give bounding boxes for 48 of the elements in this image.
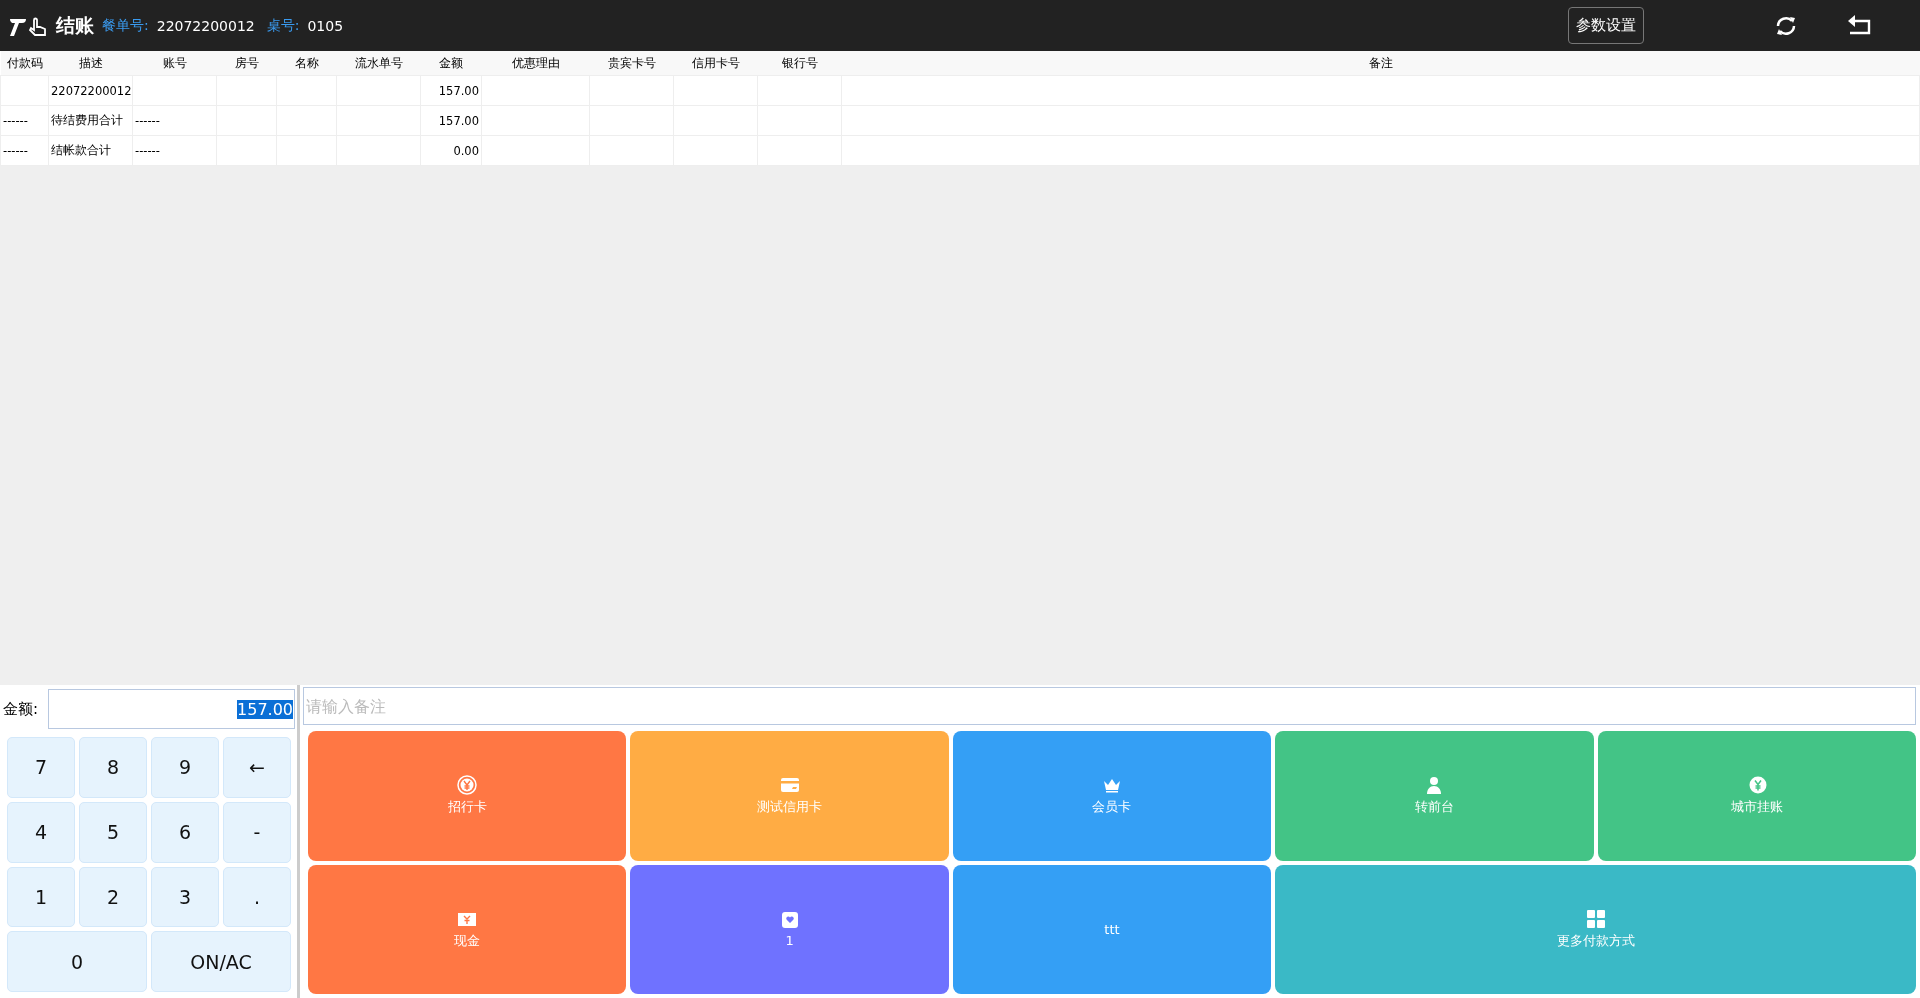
table-label: 桌号: (266, 16, 300, 35)
keypad-key[interactable]: 4 (7, 801, 75, 863)
keypad-key[interactable]: 6 (151, 801, 219, 863)
column-header: 优惠理由 (481, 51, 590, 76)
table-number: 0105 (307, 17, 344, 34)
keypad-key[interactable]: 1 (7, 866, 75, 928)
table-cell: ------ (0, 105, 49, 136)
keypad-key[interactable]: 9 (151, 737, 219, 798)
keypad-key[interactable]: 0 (7, 931, 147, 992)
keypad-key[interactable]: 2 (79, 866, 147, 928)
table-cell: ------ (0, 135, 49, 166)
column-header: 房号 (216, 51, 277, 76)
table-cell: 157.00 (420, 105, 482, 136)
table-cell: 157.00 (420, 75, 482, 106)
keypad-key[interactable]: 8 (79, 737, 147, 798)
amount-label: 金额: (3, 699, 39, 719)
column-header: 备注 (841, 51, 1920, 76)
column-header: 名称 (276, 51, 337, 76)
settings-button[interactable]: 参数设置 (1568, 7, 1644, 44)
table-cell: 待结费用合计 (48, 105, 133, 136)
amount-field[interactable]: 157.00 (48, 689, 295, 729)
column-header: 账号 (132, 51, 217, 76)
keypad-key[interactable]: 3 (151, 866, 219, 928)
remark-field[interactable]: 请输入备注 (303, 687, 1916, 725)
column-header: 信用卡号 (673, 51, 758, 76)
keypad-key[interactable]: ← (223, 737, 291, 798)
grid-icon (1585, 908, 1606, 929)
table-cell: ------ (132, 105, 217, 136)
keypad-key[interactable]: . (223, 866, 291, 928)
table-cell: 22072200012 (48, 75, 133, 106)
order-number: 22072200012 (156, 17, 255, 34)
table-cell: 结帐款合计 (48, 135, 133, 166)
column-header: 金额 (420, 51, 482, 76)
keypad-key[interactable]: 5 (79, 801, 147, 863)
column-header: 银行号 (757, 51, 842, 76)
column-header: 描述 (48, 51, 133, 76)
payment-button[interactable]: 1 (630, 864, 949, 994)
yen-coin-icon (457, 775, 478, 796)
keypad-key[interactable]: - (223, 801, 291, 863)
page-title: 结账 (56, 12, 94, 38)
table-cell: 0.00 (420, 135, 482, 166)
keypad-key[interactable]: 7 (7, 737, 75, 798)
order-label: 餐单号: (102, 16, 149, 35)
table-cell: ------ (132, 135, 217, 166)
column-header: 付款码 (0, 51, 49, 76)
column-header: 贵宾卡号 (589, 51, 674, 76)
keypad-key[interactable]: ON/AC (151, 931, 291, 992)
column-header: 流水单号 (336, 51, 421, 76)
